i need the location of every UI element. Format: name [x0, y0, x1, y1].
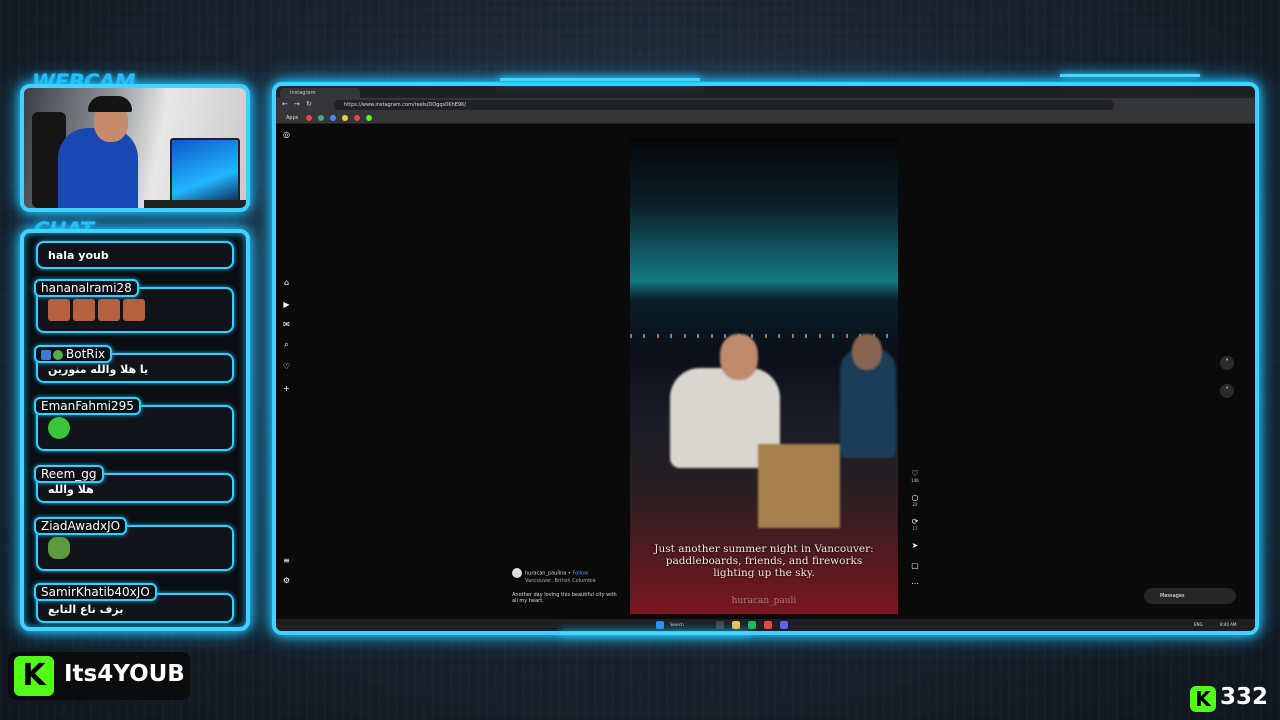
avatar[interactable] — [512, 568, 522, 578]
reel-description: Another day loving this beautiful city w… — [512, 592, 617, 604]
emote-face-icon — [48, 299, 70, 321]
bookmark-icon[interactable] — [306, 115, 312, 121]
save-icon[interactable]: ▢ — [909, 561, 921, 570]
bookmark-icon[interactable] — [342, 115, 348, 121]
bookmark-icon[interactable] — [366, 115, 372, 121]
reel-author-block: huracan_paulina • Follow Vancouver, Brit… — [512, 568, 622, 604]
emote-face-icon — [98, 299, 120, 321]
message-text: يا هلا والله منورين — [48, 363, 149, 376]
chat-username[interactable]: hananalrami28 — [34, 279, 139, 297]
streamer-badge: K Its4YOUB — [8, 652, 190, 700]
chat-username[interactable]: EmanFahmi295 — [34, 397, 141, 415]
chat-username[interactable]: SamirKhatib40xJO — [34, 583, 157, 601]
reel-caption: Just another summer night in Vancouver: … — [654, 543, 874, 579]
spotify-icon[interactable] — [748, 621, 756, 629]
more-icon[interactable]: ⚙ — [282, 576, 291, 585]
comment-button[interactable]: ○ 22 — [909, 493, 921, 507]
chat-username[interactable]: Reem_gg — [34, 465, 104, 483]
messages-button[interactable]: Messages — [1144, 588, 1236, 604]
previous-reel-button[interactable]: ˄ — [1220, 356, 1234, 370]
follow-button[interactable]: Follow — [573, 571, 589, 577]
browser-tab-bar: Instagram — [276, 86, 1255, 98]
menu-icon[interactable]: ≡ — [282, 556, 291, 565]
location-label[interactable]: Vancouver, British Columbia — [525, 578, 622, 584]
share-icon[interactable]: ➤ — [909, 541, 921, 550]
reels-icon[interactable]: ▶ — [282, 300, 291, 309]
instagram-sidebar: ◎ ⌂ ▶ ✉ ⌕ ♡ + ≡ ⚙ — [280, 124, 294, 619]
search-icon[interactable]: ⌕ — [282, 340, 291, 349]
repost-button[interactable]: ⟳ 17 — [909, 517, 921, 531]
reel-watermark: huracan_pauli — [731, 596, 797, 606]
emote-face-icon — [123, 299, 145, 321]
kick-logo-icon: K — [1190, 686, 1216, 712]
kick-logo-icon: K — [14, 656, 54, 696]
webcam-feed — [20, 84, 250, 212]
bookmark-icon[interactable] — [330, 115, 336, 121]
viewer-count: 332 — [1220, 684, 1269, 710]
bookmark-icon[interactable] — [318, 115, 324, 121]
reload-icon[interactable]: ↻ — [306, 100, 312, 108]
more-options-icon[interactable]: ⋯ — [909, 579, 921, 588]
pc-case — [170, 138, 240, 208]
chat-username[interactable]: ZiadAwadxJO — [34, 517, 128, 535]
chat-panel: hala youb hananalrami28 يا هلا والله منو… — [20, 229, 250, 631]
cap — [88, 96, 132, 112]
clock[interactable]: 8:40 AM — [1220, 622, 1236, 627]
windows-taskbar: Search ENG 8:40 AM — [276, 619, 1255, 631]
next-reel-button[interactable]: ˅ — [1220, 384, 1234, 398]
discord-icon[interactable] — [780, 621, 788, 629]
chat-message: hala youb — [36, 241, 234, 269]
neon-spark — [1060, 74, 1200, 77]
apps-label[interactable]: Apps — [286, 115, 298, 121]
taskbar-search[interactable]: Search — [670, 622, 684, 627]
streamer-name: Its4YOUB — [64, 661, 185, 687]
viewer-count-block: K 332 — [1186, 684, 1269, 714]
create-icon[interactable]: + — [282, 384, 291, 393]
url-input[interactable]: https://www.instagram.com/reels/DOgqs0Kh… — [334, 100, 1114, 110]
instagram-page: ◎ ⌂ ▶ ✉ ⌕ ♡ + ≡ ⚙ Just another summer ni… — [276, 124, 1255, 619]
message-text: بزف ناع التابع — [48, 603, 124, 616]
address-bar-row: ← → ↻ https://www.instagram.com/reels/DO… — [276, 98, 1255, 112]
screen-capture: Instagram ← → ↻ https://www.instagram.co… — [272, 82, 1259, 635]
like-button[interactable]: ♡ 146 — [909, 469, 921, 483]
taskbar-app-icon[interactable] — [716, 621, 724, 629]
tab-instagram[interactable]: Instagram — [280, 88, 360, 98]
pepe-emote-icon — [48, 537, 70, 559]
language-indicator[interactable]: ENG — [1194, 622, 1203, 627]
message-text: هلا والله — [48, 483, 94, 496]
neon-spark — [500, 78, 700, 81]
home-icon[interactable]: ⌂ — [282, 278, 291, 287]
reel-video[interactable]: Just another summer night in Vancouver: … — [630, 138, 898, 614]
author-name[interactable]: huracan_paulina — [525, 571, 566, 577]
start-icon[interactable] — [656, 621, 664, 629]
emote-face-icon — [73, 299, 95, 321]
neon-spark — [560, 632, 750, 635]
message-text: hala youb — [48, 249, 109, 262]
folder-icon[interactable] — [732, 621, 740, 629]
verified-badge-icon — [53, 349, 63, 360]
messages-icon[interactable]: ✉ — [282, 320, 291, 329]
forward-icon[interactable]: → — [294, 100, 300, 108]
green-emote-icon — [48, 417, 70, 439]
back-icon[interactable]: ← — [282, 100, 288, 108]
bot-badge-icon — [41, 349, 51, 360]
bookmark-icon[interactable] — [354, 115, 360, 121]
instagram-logo-icon[interactable]: ◎ — [282, 130, 291, 139]
notifications-icon[interactable]: ♡ — [282, 362, 291, 371]
chat-username[interactable]: BotRix — [34, 345, 113, 363]
bookmarks-bar: Apps — [276, 112, 1255, 124]
browser-icon[interactable] — [764, 621, 772, 629]
